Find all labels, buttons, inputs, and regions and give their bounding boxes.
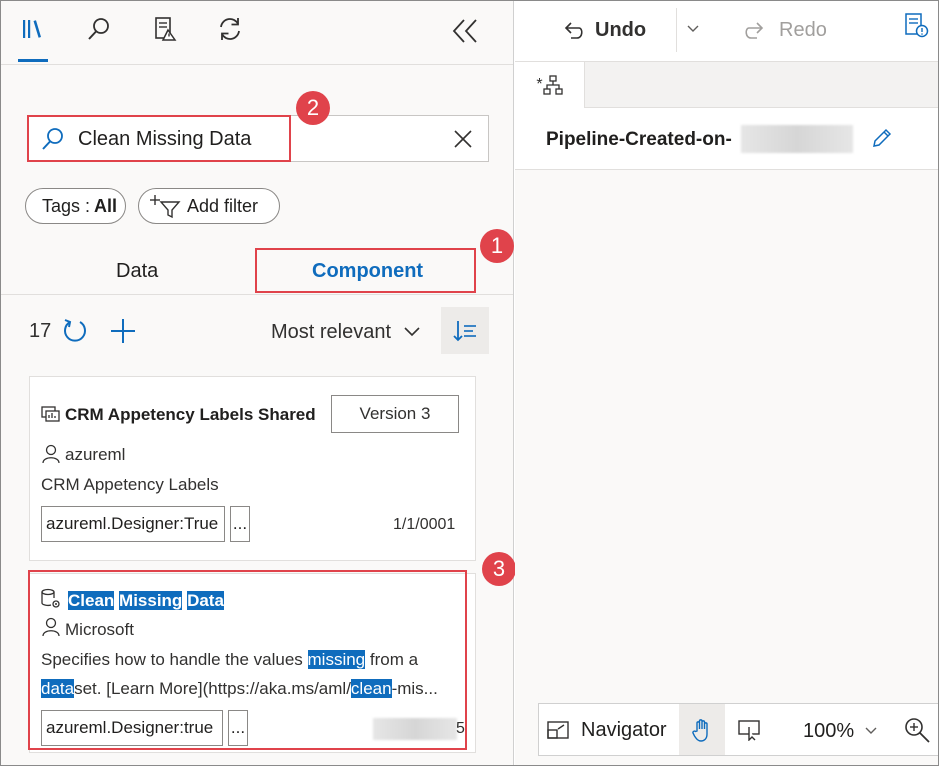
active-tab-indicator xyxy=(18,59,48,62)
tag-label: azureml.Designer:True xyxy=(46,514,219,533)
more-tags-button[interactable]: ... xyxy=(230,506,250,542)
add-filter-button[interactable]: Add filter xyxy=(138,188,280,224)
add-filter-label: Add filter xyxy=(187,195,259,216)
zoom-dropdown[interactable]: 100% xyxy=(803,716,878,746)
card-author: azureml xyxy=(65,445,126,464)
navigator-label: Navigator xyxy=(581,718,667,741)
version-label: Version 3 xyxy=(359,404,431,423)
search-icon xyxy=(88,18,109,40)
card-title[interactable]: CRM Appetency Labels Shared xyxy=(65,405,316,425)
add-filter-icon xyxy=(150,195,181,219)
clear-search-icon[interactable] xyxy=(454,130,472,148)
edit-name-icon[interactable] xyxy=(871,127,893,149)
tag-chip[interactable]: azureml.Designer:True xyxy=(41,506,225,542)
card-description: CRM Appetency Labels xyxy=(41,475,219,494)
refresh-tab[interactable] xyxy=(215,14,245,44)
tab-data[interactable]: Data xyxy=(116,260,158,283)
job-details-icon[interactable] xyxy=(903,12,929,38)
annotation-badge-3: 3 xyxy=(482,552,516,586)
component-card[interactable]: CRM Appetency Labels Shared Version 3 az… xyxy=(29,376,476,561)
undo-button[interactable]: Undo xyxy=(561,12,646,48)
person-icon xyxy=(42,444,60,464)
library-tab[interactable] xyxy=(18,14,48,44)
annotation-badge-1: 1 xyxy=(480,229,514,263)
checklist-warning-icon xyxy=(155,17,177,41)
document-tabstrip: * xyxy=(515,62,939,108)
cursor-select-icon xyxy=(738,720,760,741)
annotation-box-3 xyxy=(28,570,467,750)
zoom-in-icon[interactable] xyxy=(903,716,931,744)
sort-label: Most relevant xyxy=(271,320,392,343)
collapse-icon xyxy=(452,19,477,43)
pipeline-header: Pipeline-Created-on- xyxy=(515,108,939,170)
redo-button[interactable]: Redo xyxy=(743,12,827,48)
validation-tab[interactable] xyxy=(150,14,180,44)
hand-icon xyxy=(692,718,708,742)
pan-mode-button[interactable] xyxy=(679,704,725,755)
toolbar-divider xyxy=(0,64,513,65)
tags-filter-button[interactable]: Tags : All xyxy=(25,188,126,224)
redacted-pipeline-date xyxy=(741,125,853,153)
more-label: ... xyxy=(232,514,248,533)
add-icon[interactable] xyxy=(110,318,136,344)
navigator-icon xyxy=(547,721,569,739)
annotation-badge-2: 2 xyxy=(296,91,330,125)
refresh-results-icon[interactable] xyxy=(61,317,89,345)
redo-label: Redo xyxy=(779,18,827,41)
tags-label: Tags : xyxy=(42,195,91,216)
undo-dropdown-chevron-down-icon[interactable] xyxy=(686,24,700,34)
library-icon xyxy=(23,20,41,38)
chevron-down-icon xyxy=(865,727,877,734)
tabs-divider xyxy=(0,294,513,295)
zoom-level: 100% xyxy=(803,719,855,742)
card-date: 1/1/0001 xyxy=(393,516,456,533)
redo-icon xyxy=(745,22,764,39)
pipeline-icon xyxy=(542,75,563,95)
select-mode-button[interactable] xyxy=(735,714,765,746)
refresh-icon xyxy=(220,18,240,40)
designer-toolbar: Undo Redo xyxy=(515,0,939,62)
undo-icon xyxy=(564,22,583,39)
sort-order-icon xyxy=(453,320,476,341)
collapse-panel-button[interactable] xyxy=(448,14,482,48)
pipeline-document-tab[interactable]: * xyxy=(515,62,585,108)
sort-dropdown[interactable]: Most relevant xyxy=(271,318,436,346)
component-icon xyxy=(41,406,60,422)
result-count: 17 xyxy=(29,320,52,342)
search-tab[interactable] xyxy=(84,14,114,44)
sort-order-button[interactable] xyxy=(441,307,489,354)
pipeline-title: Pipeline-Created-on- xyxy=(546,129,732,150)
annotation-box-1 xyxy=(255,248,476,293)
undo-label: Undo xyxy=(595,18,647,41)
annotation-box-2 xyxy=(27,115,291,162)
canvas-controls: Navigator 100% xyxy=(538,703,939,756)
designer-canvas[interactable] xyxy=(515,170,939,766)
tags-value: All xyxy=(94,195,118,216)
version-dropdown[interactable]: Version 3 xyxy=(331,395,459,433)
navigator-toggle[interactable]: Navigator xyxy=(547,714,667,746)
chevron-down-icon xyxy=(404,327,420,337)
asset-library-panel: Clean Missing Data 2 Tags : All Add filt… xyxy=(0,0,516,766)
toolbar-separator xyxy=(676,8,677,52)
